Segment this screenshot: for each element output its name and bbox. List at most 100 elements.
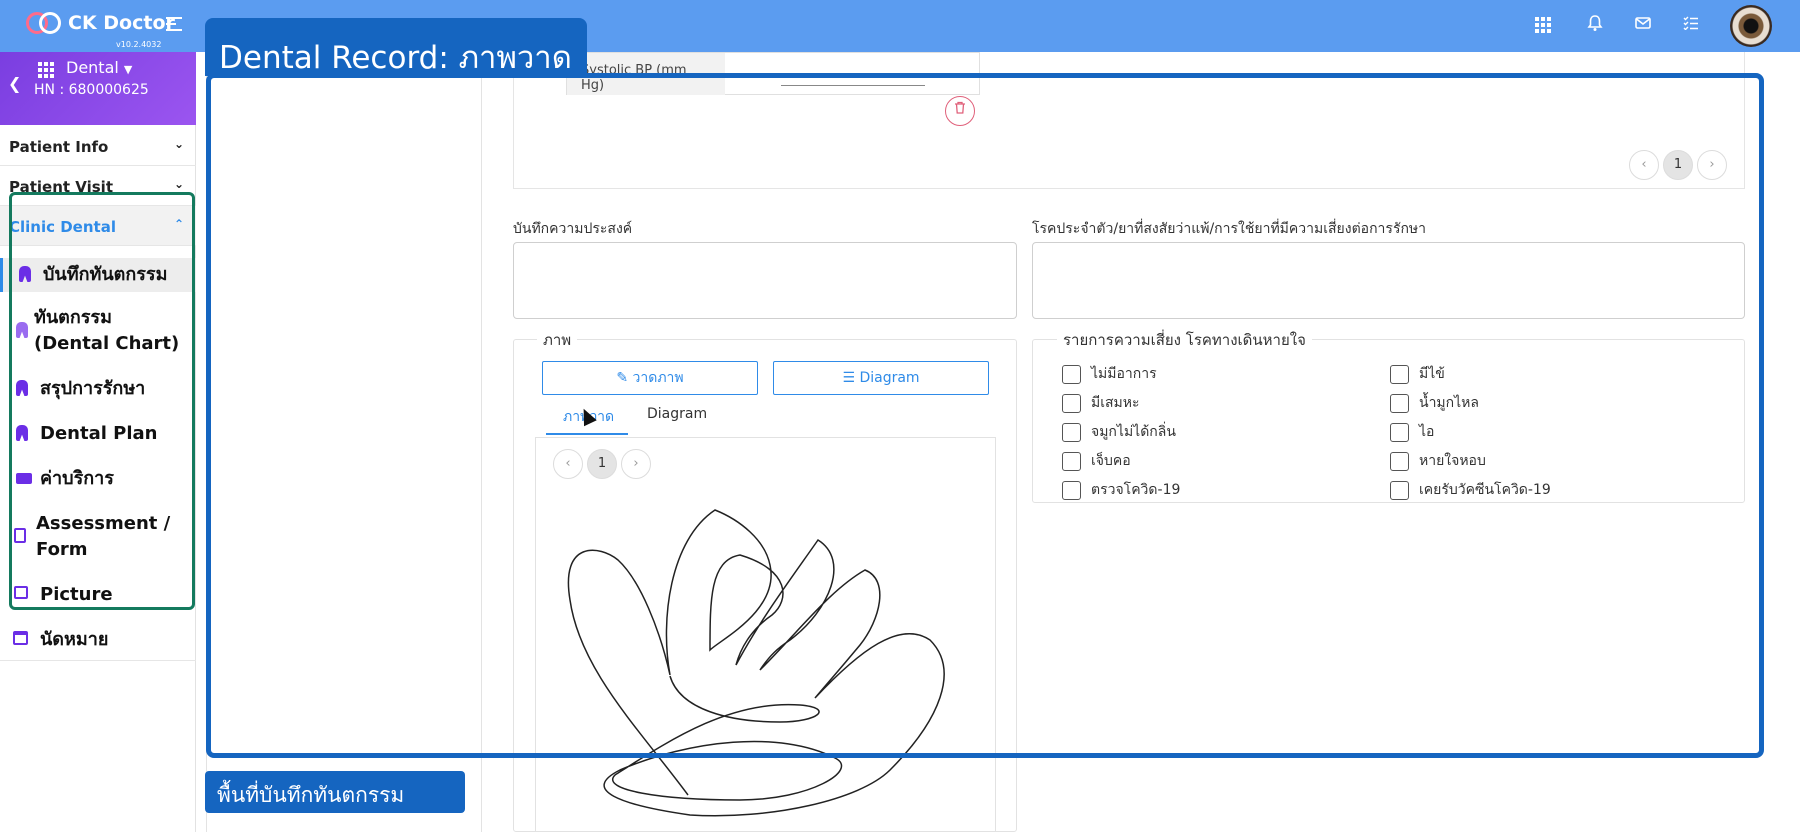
cash-icon <box>16 470 32 488</box>
checkbox[interactable] <box>1062 364 1081 384</box>
annotation-bottom-label: พื้นที่บันทึกทันตกรรม <box>205 771 465 813</box>
risk-option-phlegm[interactable]: มีเสมหะ <box>1062 392 1140 414</box>
risk-option-runny-nose[interactable]: น้ำมูกไหล <box>1390 392 1479 414</box>
checkbox-label: ไม่มีอาการ <box>1091 366 1157 382</box>
vitals-table-row: Systolic BP (mm Hg) <box>566 52 980 95</box>
calendar-icon <box>13 631 29 649</box>
sidebar-item-label: Assessment / <box>36 513 171 534</box>
tab-diagram[interactable]: Diagram <box>641 406 713 422</box>
apps-grid-icon[interactable] <box>1532 14 1554 36</box>
checkbox[interactable] <box>1390 393 1409 413</box>
sidebar-item-dental-plan[interactable]: Dental Plan <box>0 421 196 447</box>
sidebar-item-label: Picture <box>40 584 113 605</box>
delete-button[interactable] <box>945 96 975 126</box>
clinic-apps-icon[interactable] <box>38 62 54 78</box>
checkbox[interactable] <box>1390 480 1409 500</box>
draw-button[interactable]: ✎ วาดภาพ <box>542 361 758 395</box>
nav-section-patient-visit[interactable]: Patient Visit ⌄ <box>0 166 196 206</box>
purpose-label: บันทึกความประสงค์ <box>513 221 633 237</box>
bell-icon[interactable] <box>1584 14 1606 36</box>
risk-option-fever[interactable]: มีไข้ <box>1390 363 1445 385</box>
risk-notes-label: โรคประจำตัว/ยาที่สงสัยว่าแพ้/การใช้ยาที่… <box>1032 221 1427 237</box>
checkbox[interactable] <box>1062 480 1081 500</box>
checkbox[interactable] <box>1390 422 1409 442</box>
chevron-up-icon: ⌃ <box>173 217 184 231</box>
risk-option-cough[interactable]: ไอ <box>1390 421 1434 443</box>
purpose-textarea[interactable] <box>513 242 1017 319</box>
risk-option-no-symptoms[interactable]: ไม่มีอาการ <box>1062 363 1157 385</box>
clinic-selector[interactable]: Dental ▼ <box>66 58 132 77</box>
menu-toggle-icon[interactable] <box>166 17 184 33</box>
sidebar-item-picture[interactable]: Picture <box>0 582 196 608</box>
risk-option-short-breath[interactable]: หายใจหอบ <box>1390 450 1486 472</box>
checkbox-label: มีไข้ <box>1419 366 1445 382</box>
risk-option-no-smell[interactable]: จมูกไม่ได้กลิ่น <box>1062 421 1176 443</box>
document-icon <box>14 528 30 546</box>
nav-section-label: Patient Info <box>9 138 109 156</box>
content-border <box>206 52 207 832</box>
checkbox-label: น้ำมูกไหล <box>1419 395 1479 411</box>
sidebar-item-label: สรุปการรักษา <box>40 378 146 399</box>
vitals-value-field[interactable] <box>781 85 925 86</box>
next-page-button[interactable]: › <box>621 449 651 479</box>
chevron-down-icon: ⌄ <box>173 177 184 191</box>
app-name: CK Doctor <box>68 12 175 34</box>
drawing-pager: ‹ 1 › <box>553 449 651 479</box>
page-1-button[interactable]: 1 <box>587 449 617 479</box>
nav-section-clinic-dental[interactable]: Clinic Dental ⌃ <box>0 206 196 246</box>
checkbox[interactable] <box>1062 422 1081 442</box>
tooth-icon <box>16 380 32 398</box>
checkbox[interactable] <box>1062 451 1081 471</box>
mail-icon[interactable] <box>1632 14 1654 36</box>
nav-section-label: Patient Visit <box>9 178 113 196</box>
sidebar-item-dental-record[interactable]: บันทึกทันตกรรม <box>0 258 196 292</box>
page-1-button[interactable]: 1 <box>1663 150 1693 180</box>
checklist-icon[interactable] <box>1680 14 1702 36</box>
sidebar-item-service-charge[interactable]: ค่าบริการ <box>0 466 196 492</box>
pencil-icon: ✎ <box>616 370 629 386</box>
hn-number: HN : 680000625 <box>34 82 149 98</box>
risk-notes-textarea[interactable] <box>1032 242 1745 319</box>
prev-page-button[interactable]: ‹ <box>553 449 583 479</box>
sidebar-item-label: Dental Plan <box>40 423 158 444</box>
sidebar-item-assessment-form[interactable]: Assessment / Form <box>0 511 196 563</box>
tooth-icon <box>19 266 35 284</box>
checkbox[interactable] <box>1062 393 1081 413</box>
back-icon[interactable]: ❮ <box>8 74 21 93</box>
checkbox-label: หายใจหอบ <box>1419 453 1486 469</box>
annotation-title: Dental Record: ภาพวาด <box>205 18 587 76</box>
vitals-label: Systolic BP (mm Hg) <box>567 53 725 95</box>
risk-list-legend: รายการความเสี่ยง โรคทางเดินหายใจ <box>1057 328 1312 352</box>
prev-page-button[interactable]: ‹ <box>1629 150 1659 180</box>
tooth-icon <box>16 322 32 340</box>
caret-down-icon: ▼ <box>123 63 133 76</box>
checkbox-label: จมูกไม่ได้กลิ่น <box>1091 424 1176 440</box>
diagram-button[interactable]: ☰ Diagram <box>773 361 989 395</box>
checkbox[interactable] <box>1390 451 1409 471</box>
next-page-button[interactable]: › <box>1697 150 1727 180</box>
active-tab-indicator <box>546 433 628 435</box>
app-version: v10.2.4032 <box>116 40 162 49</box>
checkbox-label: เคยรับวัคซีนโควิด-19 <box>1419 482 1551 498</box>
sidebar-item-label: Form <box>36 539 88 560</box>
sidebar-item-treatment-summary[interactable]: สรุปการรักษา <box>0 376 196 402</box>
sidebar-item-label: (Dental Chart) <box>34 333 180 354</box>
sidebar-item-appointment[interactable]: นัดหมาย <box>0 627 196 653</box>
content-divider <box>481 52 482 832</box>
user-avatar[interactable] <box>1730 5 1772 47</box>
sidebar-item-label: ทันตกรรม <box>34 307 112 328</box>
sidebar-item-dental-chart[interactable]: ทันตกรรม (Dental Chart) <box>0 305 196 357</box>
diagram-button-label: Diagram <box>859 370 920 386</box>
diagram-icon: ☰ <box>842 370 855 386</box>
risk-option-covid-vaccine[interactable]: เคยรับวัคซีนโควิด-19 <box>1390 479 1551 501</box>
app-logo[interactable]: CK Doctor <box>26 12 175 34</box>
checkbox-label: เจ็บคอ <box>1091 453 1131 469</box>
clinic-name: Dental <box>66 58 119 77</box>
picture-legend: ภาพ <box>537 328 578 352</box>
nav-section-patient-info[interactable]: Patient Info ⌄ <box>0 126 196 166</box>
image-icon <box>14 586 30 604</box>
checkbox[interactable] <box>1390 364 1409 384</box>
risk-option-sore-throat[interactable]: เจ็บคอ <box>1062 450 1131 472</box>
risk-option-covid-test[interactable]: ตรวจโควิด-19 <box>1062 479 1180 501</box>
drawing-canvas[interactable] <box>560 500 980 830</box>
